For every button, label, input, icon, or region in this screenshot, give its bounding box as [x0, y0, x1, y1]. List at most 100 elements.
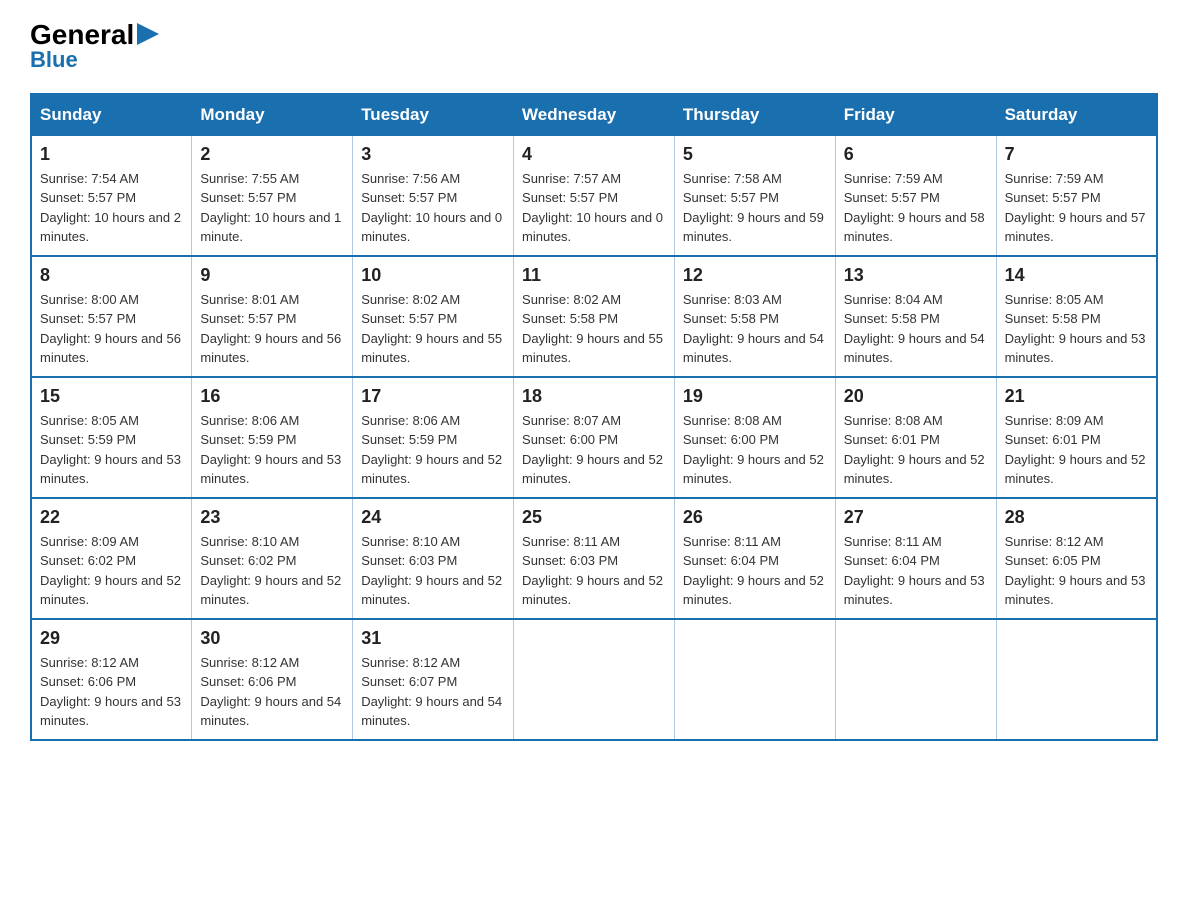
day-number: 10: [361, 265, 505, 286]
day-info: Sunrise: 8:02 AMSunset: 5:57 PMDaylight:…: [361, 290, 505, 368]
calendar-cell: 19Sunrise: 8:08 AMSunset: 6:00 PMDayligh…: [674, 377, 835, 498]
day-number: 17: [361, 386, 505, 407]
day-number: 27: [844, 507, 988, 528]
calendar-header-sunday: Sunday: [31, 94, 192, 136]
calendar-cell: [996, 619, 1157, 740]
calendar-cell: 25Sunrise: 8:11 AMSunset: 6:03 PMDayligh…: [514, 498, 675, 619]
day-info: Sunrise: 8:02 AMSunset: 5:58 PMDaylight:…: [522, 290, 666, 368]
calendar-cell: 15 Sunrise: 8:05 AMSunset: 5:59 PMDayligh…: [31, 377, 192, 498]
calendar-cell: 14 Sunrise: 8:05 AMSunset: 5:58 PMDayligh…: [996, 256, 1157, 377]
day-info: Sunrise: 8:09 AMSunset: 6:01 PMDaylight:…: [1005, 411, 1148, 489]
calendar-header-saturday: Saturday: [996, 94, 1157, 136]
day-number: 20: [844, 386, 988, 407]
day-number: 13: [844, 265, 988, 286]
day-info: Sunrise: 8:05 AMSunset: 5:59 PMDaylight:…: [40, 411, 183, 489]
calendar-week-3: 15 Sunrise: 8:05 AMSunset: 5:59 PMDayligh…: [31, 377, 1157, 498]
day-number: 26: [683, 507, 827, 528]
calendar-cell: 10 Sunrise: 8:02 AMSunset: 5:57 PMDayligh…: [353, 256, 514, 377]
day-number: 8: [40, 265, 183, 286]
calendar-cell: 12 Sunrise: 8:03 AMSunset: 5:58 PMDayligh…: [674, 256, 835, 377]
day-info: Sunrise: 8:03 AMSunset: 5:58 PMDaylight:…: [683, 290, 827, 368]
day-number: 7: [1005, 144, 1148, 165]
page-header: General Blue: [30, 20, 1158, 73]
calendar-header-monday: Monday: [192, 94, 353, 136]
day-info: Sunrise: 8:01 AMSunset: 5:57 PMDaylight:…: [200, 290, 344, 368]
day-info: Sunrise: 8:04 AMSunset: 5:58 PMDaylight:…: [844, 290, 988, 368]
day-number: 19: [683, 386, 827, 407]
day-info: Sunrise: 7:58 AMSunset: 5:57 PMDaylight:…: [683, 169, 827, 247]
day-info: Sunrise: 8:00 AMSunset: 5:57 PMDaylight:…: [40, 290, 183, 368]
day-info: Sunrise: 7:55 AMSunset: 5:57 PMDaylight:…: [200, 169, 344, 247]
calendar-cell: 11 Sunrise: 8:02 AMSunset: 5:58 PMDayligh…: [514, 256, 675, 377]
day-info: Sunrise: 8:12 AMSunset: 6:06 PMDaylight:…: [40, 653, 183, 731]
day-number: 25: [522, 507, 666, 528]
calendar-cell: 18 Sunrise: 8:07 AMSunset: 6:00 PMDayligh…: [514, 377, 675, 498]
calendar-header-thursday: Thursday: [674, 94, 835, 136]
calendar-header-tuesday: Tuesday: [353, 94, 514, 136]
calendar-week-5: 29 Sunrise: 8:12 AMSunset: 6:06 PMDayligh…: [31, 619, 1157, 740]
calendar-cell: 6 Sunrise: 7:59 AMSunset: 5:57 PMDaylight…: [835, 135, 996, 256]
day-info: Sunrise: 8:11 AMSunset: 6:04 PMDaylight:…: [683, 532, 827, 610]
day-info: Sunrise: 8:10 AMSunset: 6:03 PMDaylight:…: [361, 532, 505, 610]
day-info: Sunrise: 8:07 AMSunset: 6:00 PMDaylight:…: [522, 411, 666, 489]
day-info: Sunrise: 8:12 AMSunset: 6:07 PMDaylight:…: [361, 653, 505, 731]
day-info: Sunrise: 8:08 AMSunset: 6:01 PMDaylight:…: [844, 411, 988, 489]
calendar-cell: 26 Sunrise: 8:11 AMSunset: 6:04 PMDayligh…: [674, 498, 835, 619]
day-number: 23: [200, 507, 344, 528]
calendar-table: SundayMondayTuesdayWednesdayThursdayFrid…: [30, 93, 1158, 741]
day-number: 29: [40, 628, 183, 649]
day-info: Sunrise: 7:54 AMSunset: 5:57 PMDaylight:…: [40, 169, 183, 247]
calendar-week-4: 22Sunrise: 8:09 AMSunset: 6:02 PMDayligh…: [31, 498, 1157, 619]
day-number: 1: [40, 144, 183, 165]
day-number: 11: [522, 265, 666, 286]
calendar-cell: [674, 619, 835, 740]
day-number: 5: [683, 144, 827, 165]
calendar-header-friday: Friday: [835, 94, 996, 136]
calendar-cell: [514, 619, 675, 740]
day-number: 16: [200, 386, 344, 407]
day-info: Sunrise: 7:57 AMSunset: 5:57 PMDaylight:…: [522, 169, 666, 247]
calendar-cell: 29 Sunrise: 8:12 AMSunset: 6:06 PMDayligh…: [31, 619, 192, 740]
calendar-cell: 9 Sunrise: 8:01 AMSunset: 5:57 PMDaylight…: [192, 256, 353, 377]
day-number: 28: [1005, 507, 1148, 528]
calendar-cell: 4Sunrise: 7:57 AMSunset: 5:57 PMDaylight…: [514, 135, 675, 256]
calendar-cell: 20 Sunrise: 8:08 AMSunset: 6:01 PMDayligh…: [835, 377, 996, 498]
calendar-cell: [835, 619, 996, 740]
calendar-cell: 24 Sunrise: 8:10 AMSunset: 6:03 PMDayligh…: [353, 498, 514, 619]
day-info: Sunrise: 8:12 AMSunset: 6:05 PMDaylight:…: [1005, 532, 1148, 610]
day-info: Sunrise: 8:06 AMSunset: 5:59 PMDaylight:…: [361, 411, 505, 489]
day-number: 12: [683, 265, 827, 286]
calendar-week-2: 8 Sunrise: 8:00 AMSunset: 5:57 PMDaylight…: [31, 256, 1157, 377]
calendar-cell: 8 Sunrise: 8:00 AMSunset: 5:57 PMDaylight…: [31, 256, 192, 377]
day-info: Sunrise: 8:10 AMSunset: 6:02 PMDaylight:…: [200, 532, 344, 610]
day-number: 6: [844, 144, 988, 165]
calendar-header-row: SundayMondayTuesdayWednesdayThursdayFrid…: [31, 94, 1157, 136]
calendar-cell: 28 Sunrise: 8:12 AMSunset: 6:05 PMDayligh…: [996, 498, 1157, 619]
calendar-cell: 31 Sunrise: 8:12 AMSunset: 6:07 PMDayligh…: [353, 619, 514, 740]
day-info: Sunrise: 7:56 AMSunset: 5:57 PMDaylight:…: [361, 169, 505, 247]
day-number: 3: [361, 144, 505, 165]
calendar-cell: 17 Sunrise: 8:06 AMSunset: 5:59 PMDayligh…: [353, 377, 514, 498]
day-number: 18: [522, 386, 666, 407]
calendar-cell: 5 Sunrise: 7:58 AMSunset: 5:57 PMDaylight…: [674, 135, 835, 256]
calendar-week-1: 1 Sunrise: 7:54 AMSunset: 5:57 PMDaylight…: [31, 135, 1157, 256]
day-number: 15: [40, 386, 183, 407]
day-number: 9: [200, 265, 344, 286]
day-info: Sunrise: 8:05 AMSunset: 5:58 PMDaylight:…: [1005, 290, 1148, 368]
day-number: 30: [200, 628, 344, 649]
calendar-cell: 30 Sunrise: 8:12 AMSunset: 6:06 PMDayligh…: [192, 619, 353, 740]
day-number: 24: [361, 507, 505, 528]
day-info: Sunrise: 7:59 AMSunset: 5:57 PMDaylight:…: [844, 169, 988, 247]
calendar-cell: 16Sunrise: 8:06 AMSunset: 5:59 PMDayligh…: [192, 377, 353, 498]
day-number: 14: [1005, 265, 1148, 286]
calendar-cell: 13 Sunrise: 8:04 AMSunset: 5:58 PMDayligh…: [835, 256, 996, 377]
logo-arrow-icon: [137, 23, 159, 45]
day-number: 21: [1005, 386, 1148, 407]
calendar-cell: 3 Sunrise: 7:56 AMSunset: 5:57 PMDaylight…: [353, 135, 514, 256]
calendar-header-wednesday: Wednesday: [514, 94, 675, 136]
day-number: 31: [361, 628, 505, 649]
calendar-cell: 22Sunrise: 8:09 AMSunset: 6:02 PMDayligh…: [31, 498, 192, 619]
calendar-cell: 23 Sunrise: 8:10 AMSunset: 6:02 PMDayligh…: [192, 498, 353, 619]
calendar-cell: 21 Sunrise: 8:09 AMSunset: 6:01 PMDayligh…: [996, 377, 1157, 498]
day-info: Sunrise: 8:12 AMSunset: 6:06 PMDaylight:…: [200, 653, 344, 731]
